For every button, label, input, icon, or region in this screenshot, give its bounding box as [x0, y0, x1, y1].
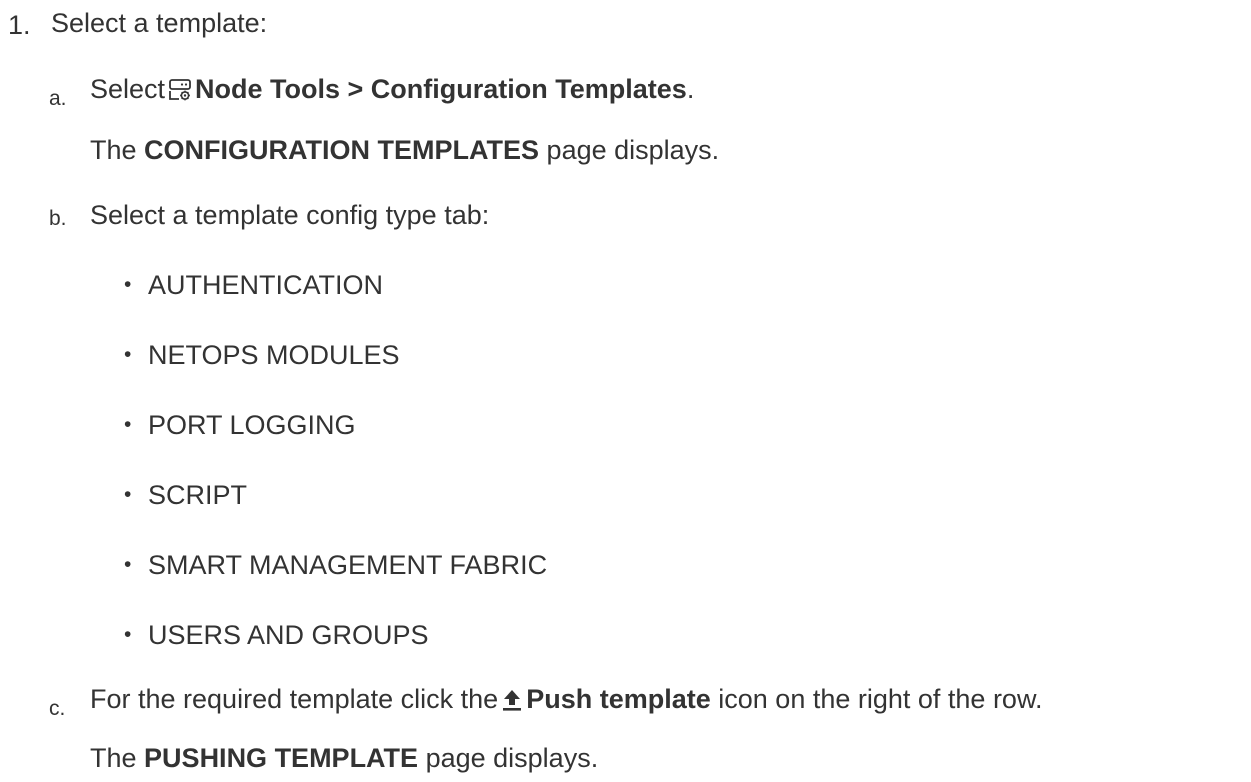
step-c-result: The PUSHING TEMPLATE page displays. — [90, 741, 598, 775]
step-b: b. Select a template config type tab: — [0, 198, 1251, 238]
step-b-marker: b. — [49, 207, 67, 230]
bullet: • — [124, 343, 132, 366]
bullet: • — [124, 483, 132, 506]
step-c: c. For the required template click the P… — [0, 682, 1251, 722]
step-a-suffix: . — [686, 74, 695, 104]
tab-smart-management-fabric: SMART MANAGEMENT FABRIC — [148, 550, 548, 580]
step-a-marker: a. — [49, 87, 67, 110]
tab-users-and-groups: USERS AND GROUPS — [148, 620, 429, 650]
step-a-path: Node Tools > Configuration Templates — [195, 74, 687, 104]
step-c-result-prefix: The — [90, 743, 137, 773]
step-c-suffix: icon on the right of the row. — [718, 684, 1043, 714]
bullet: • — [124, 623, 132, 646]
step-a-result: The CONFIGURATION TEMPLATES page display… — [90, 133, 719, 167]
step-a-result-prefix: The — [90, 135, 137, 165]
bullet: • — [124, 553, 132, 576]
tab-script: SCRIPT — [148, 480, 248, 510]
step-b-text: Select a template config type tab: — [90, 200, 490, 230]
step-c-marker: c. — [49, 697, 66, 720]
step-a: a. Select Node Tools > Configuration Tem… — [0, 72, 1251, 112]
step-a-prefix: Select — [90, 74, 166, 104]
step-c-prefix: For the required template click the — [90, 684, 499, 714]
step-c-result-suffix: page displays. — [425, 743, 599, 773]
step-c-result-strong: PUSHING TEMPLATE — [144, 743, 419, 773]
node-tools-icon — [169, 75, 191, 109]
step-a-result-suffix: page displays. — [546, 135, 720, 165]
bullet: • — [124, 273, 132, 296]
step-a-result-strong: CONFIGURATION TEMPLATES — [144, 135, 540, 165]
step-1-text: Select a template: — [51, 8, 268, 38]
tab-port-logging: PORT LOGGING — [148, 410, 356, 440]
step-1-marker: 1. — [8, 10, 31, 40]
step-c-sentence: For the required template click the Push… — [90, 682, 1042, 719]
step-a-sentence: Select Node Tools > Configuration Templa… — [90, 72, 694, 109]
tab-netops-modules: NETOPS MODULES — [148, 340, 400, 370]
push-template-icon — [502, 685, 522, 719]
step-c-strong: Push template — [526, 684, 711, 714]
tab-authentication: AUTHENTICATION — [148, 270, 383, 300]
bullet: • — [124, 413, 132, 436]
